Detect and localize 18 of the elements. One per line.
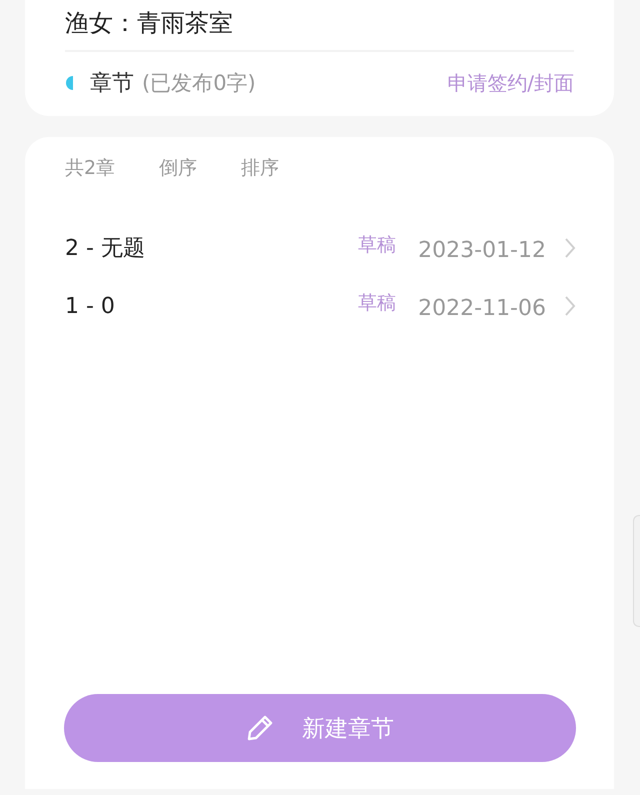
status-label: 草稿: [358, 291, 396, 316]
sort-option[interactable]: 排序: [241, 151, 280, 185]
chapter-date: 2023-01-12: [418, 238, 546, 262]
published-count: (已发布0字): [142, 70, 256, 97]
scroll-handle[interactable]: [633, 515, 640, 627]
chevron-right-icon[interactable]: [564, 237, 576, 259]
chapter-title[interactable]: 2 - 无题: [65, 233, 145, 263]
chapter-date: 2022-11-06: [418, 296, 546, 320]
new-chapter-button[interactable]: 新建章节: [64, 694, 576, 762]
apply-link[interactable]: 申请签约/封面: [447, 70, 574, 96]
sort-option[interactable]: 倒序: [159, 151, 198, 185]
pencil-icon: [246, 714, 274, 742]
section-label: 章节: [90, 70, 134, 98]
chapter-count: 共2章: [65, 156, 116, 181]
book-title: 渔女：青雨茶室: [65, 8, 233, 39]
chapter-title[interactable]: 1 - 0: [65, 294, 115, 318]
status-label: 草稿: [358, 233, 396, 258]
chevron-right-icon[interactable]: [564, 295, 576, 317]
